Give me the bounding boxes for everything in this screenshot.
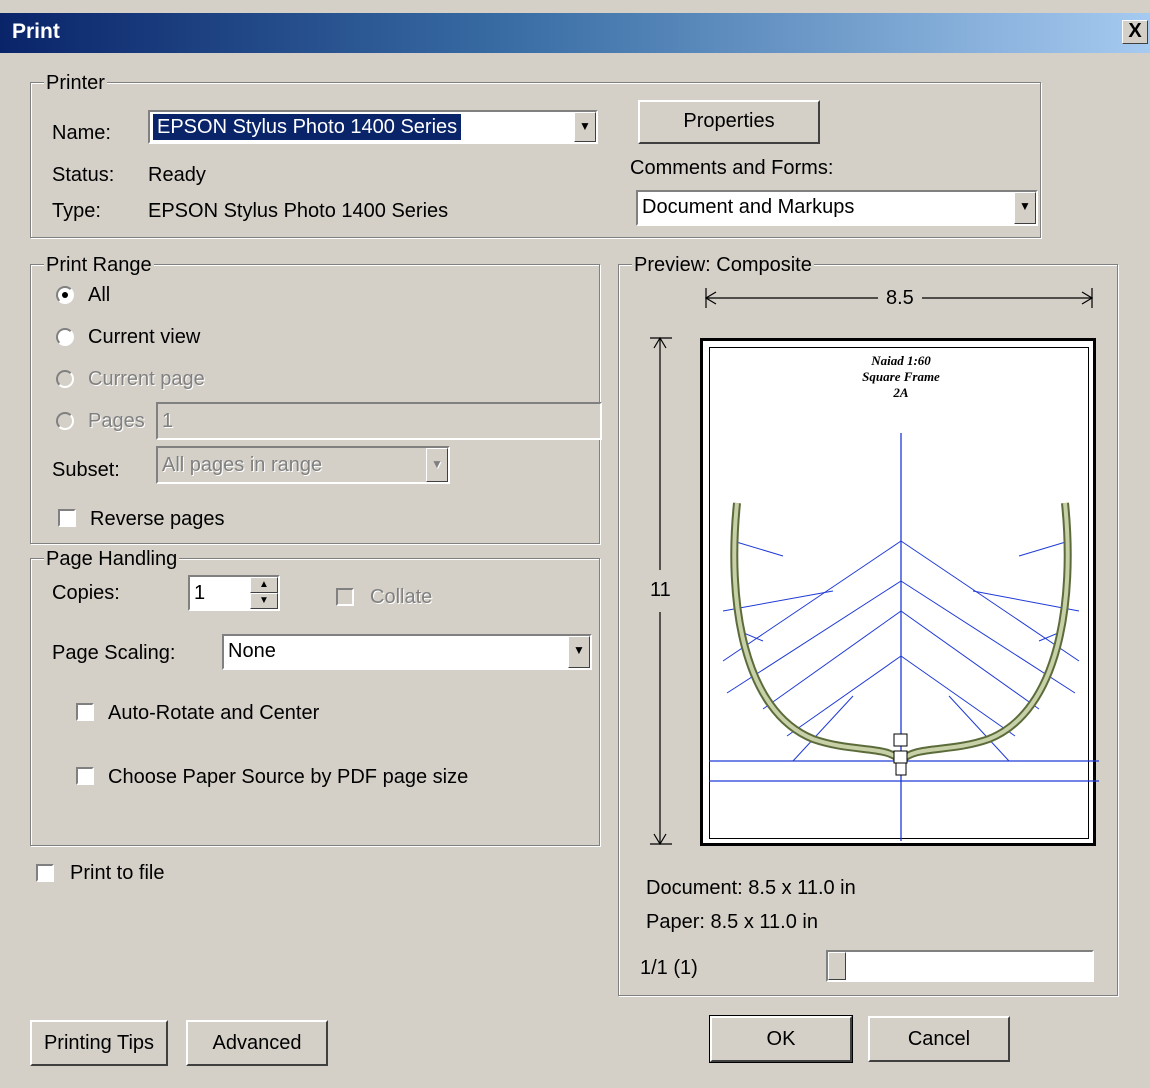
cancel-button[interactable]: Cancel: [868, 1016, 1010, 1062]
close-button[interactable]: X: [1122, 20, 1148, 44]
type-label: Type:: [52, 200, 101, 222]
chevron-down-icon[interactable]: ▼: [574, 112, 596, 142]
reverse-pages-label: Reverse pages: [90, 508, 225, 530]
radio-current-view-label: Current view: [88, 326, 201, 348]
pages-input: 1: [156, 402, 602, 440]
collate-checkbox: [336, 588, 354, 606]
paper-size: Paper: 8.5 x 11.0 in: [646, 911, 818, 933]
chevron-down-icon: ▼: [426, 448, 448, 482]
radio-current-page-label: Current page: [88, 368, 205, 390]
collate-label: Collate: [370, 586, 433, 608]
page-scaling-label: Page Scaling:: [52, 642, 176, 664]
subset-value: All pages in range: [162, 454, 323, 476]
copies-stepper[interactable]: 1 ▲ ▼: [188, 575, 280, 611]
auto-rotate-checkbox[interactable]: [76, 703, 94, 721]
radio-current-page: [56, 370, 74, 388]
stepper-down-button[interactable]: ▼: [250, 593, 278, 609]
type-value: EPSON Stylus Photo 1400 Series: [148, 200, 449, 222]
radio-selected-dot: [62, 292, 68, 298]
copies-label: Copies:: [52, 582, 120, 604]
preview-page: Naiad 1:60 Square Frame 2A: [700, 338, 1099, 846]
chevron-down-icon[interactable]: ▼: [568, 636, 590, 668]
title-bar: Print: [0, 13, 1150, 53]
radio-all[interactable]: [56, 286, 74, 304]
reverse-pages-checkbox[interactable]: [58, 509, 76, 527]
paper-source-label: Choose Paper Source by PDF page size: [108, 766, 469, 788]
preview-width-label: 8.5: [886, 287, 914, 309]
page-handling-legend: Page Handling: [44, 548, 180, 570]
printing-tips-button[interactable]: Printing Tips: [30, 1020, 168, 1066]
radio-all-label: All: [88, 284, 111, 306]
auto-rotate-label: Auto-Rotate and Center: [108, 702, 320, 724]
pages-input-value: 1: [162, 410, 174, 432]
preview-legend: Preview: Composite: [632, 254, 814, 276]
comments-forms-select[interactable]: Document and Markups ▼: [636, 190, 1038, 226]
comments-forms-value: Document and Markups: [642, 196, 855, 218]
print-to-file-checkbox[interactable]: [36, 864, 54, 882]
properties-button[interactable]: Properties: [638, 100, 820, 144]
printer-legend: Printer: [44, 72, 107, 94]
printer-name-label: Name:: [52, 122, 111, 144]
preview-height-label: 11: [650, 579, 671, 601]
subset-select: All pages in range ▼: [156, 446, 450, 484]
status-label: Status:: [52, 164, 115, 186]
copies-value: 1: [194, 582, 206, 604]
close-icon: X: [1128, 20, 1142, 42]
subset-label: Subset:: [52, 459, 120, 481]
page-slider-track[interactable]: [826, 950, 1094, 982]
radio-pages-label: Pages: [88, 410, 145, 432]
window-title: Print: [12, 20, 60, 43]
radio-current-view[interactable]: [56, 328, 74, 346]
printer-name-value: EPSON Stylus Photo 1400 Series: [153, 114, 462, 140]
advanced-button[interactable]: Advanced: [186, 1020, 328, 1066]
chevron-down-icon[interactable]: ▼: [1014, 192, 1036, 224]
status-value: Ready: [148, 164, 206, 186]
page-counter: 1/1 (1): [640, 957, 698, 979]
comments-forms-label: Comments and Forms:: [630, 157, 834, 179]
paper-source-checkbox[interactable]: [76, 767, 94, 785]
document-size: Document: 8.5 x 11.0 in: [646, 877, 856, 899]
page-scaling-value: None: [228, 640, 276, 662]
ok-button[interactable]: OK: [709, 1015, 853, 1063]
page-slider-thumb[interactable]: [828, 952, 846, 980]
page-scaling-select[interactable]: None ▼: [222, 634, 592, 670]
print-to-file-label: Print to file: [70, 862, 165, 884]
hull-drawing: [709, 433, 1099, 841]
radio-pages: [56, 412, 74, 430]
stepper-up-button[interactable]: ▲: [250, 577, 278, 593]
printer-name-select[interactable]: EPSON Stylus Photo 1400 Series ▼: [148, 110, 598, 144]
print-range-legend: Print Range: [44, 254, 154, 276]
